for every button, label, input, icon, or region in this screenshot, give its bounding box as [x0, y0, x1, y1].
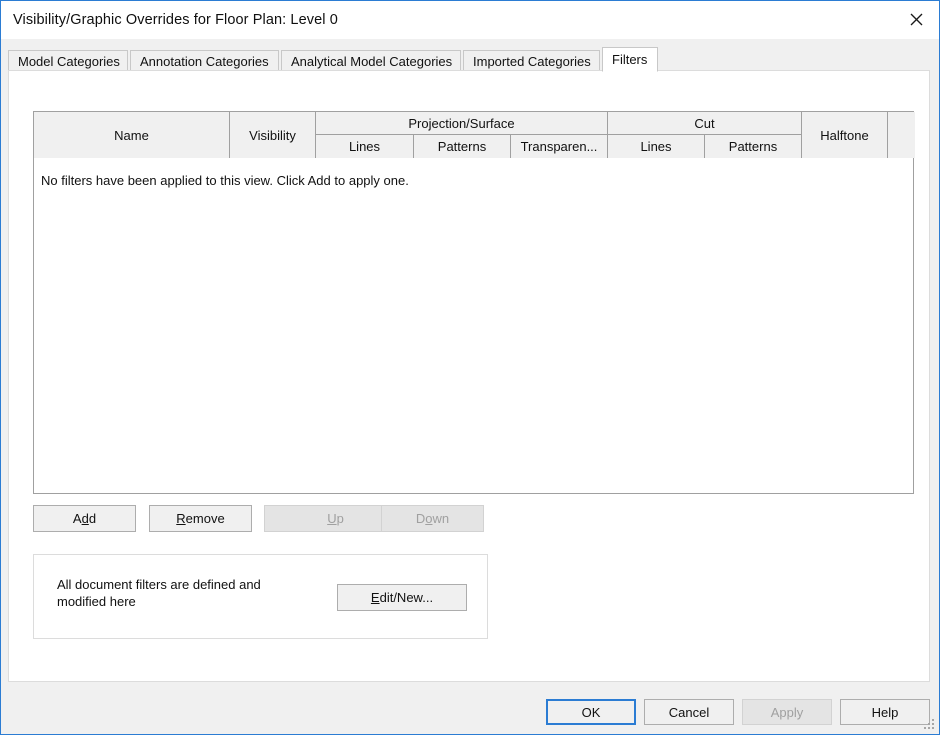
ok-button[interactable]: OK	[546, 699, 636, 725]
grid-header-projection-surface[interactable]: Projection/Surface	[316, 112, 608, 135]
remove-button[interactable]: Remove	[149, 505, 252, 532]
grid-subheader-lines[interactable]: Lines	[316, 135, 414, 158]
tab-label: Model Categories	[18, 53, 120, 69]
grid-header-label: Visibility	[249, 127, 296, 143]
grid-subheader-patterns[interactable]: Patterns	[705, 135, 802, 158]
help-button[interactable]: Help	[840, 699, 930, 725]
tab-strip: Model Categories Annotation Categories Ana…	[8, 47, 932, 72]
grid-subheader-label: Lines	[640, 139, 672, 154]
down-button: Do wn	[381, 505, 484, 532]
grid-subheader-label: Patterns	[437, 139, 487, 154]
grid-header-halftone[interactable]: Halftone	[802, 112, 888, 158]
title-bar: Visibility/Graphic Overrides for Floor P…	[1, 1, 939, 39]
tab-label: Annotation Categories	[140, 53, 269, 69]
tab-imported-categories[interactable]: Imported Categories	[463, 50, 600, 71]
document-filters-panel: All document filters are defined and mod…	[33, 554, 488, 639]
dialog-footer: OK Cancel Apply Help	[1, 682, 939, 734]
grid-header-name[interactable]: Name	[34, 112, 230, 158]
add-button[interactable]: Add	[33, 505, 136, 532]
grid-subheader-lines[interactable]: Lines	[608, 135, 705, 158]
grid-header-visibility[interactable]: Visibility	[230, 112, 316, 158]
grid-subheader-label: Transparen...	[520, 139, 598, 154]
grid-header-label: Halftone	[820, 127, 869, 143]
filters-grid-header: Name Visibility Projection/Surface Cut Halft…	[33, 111, 915, 159]
tab-annotation-categories[interactable]: Annotation Categories	[130, 50, 279, 71]
dialog-window: Visibility/Graphic Overrides for Floor P…	[0, 0, 940, 735]
tab-filters[interactable]: Filters	[602, 47, 658, 72]
filters-list[interactable]: No filters have been applied to this vie…	[33, 158, 914, 494]
document-filters-description: All document filters are defined and mod…	[57, 577, 261, 609]
tab-label: Filters	[612, 52, 648, 67]
grid-header-cut[interactable]: Cut	[608, 112, 802, 135]
grid-subheader-transparen[interactable]: Transparen...	[511, 135, 608, 158]
close-icon[interactable]	[893, 1, 939, 38]
tab-analytical-model-categories[interactable]: Analytical Model Categories	[281, 50, 461, 71]
apply-button: Apply	[742, 699, 832, 725]
grid-subheader-label: Patterns	[728, 139, 778, 154]
tab-label: Analytical Model Categories	[291, 53, 453, 69]
grid-header-label: Cut	[694, 115, 715, 131]
grid-header-label: Name	[114, 127, 149, 143]
grid-subheader-patterns[interactable]: Patterns	[414, 135, 511, 158]
grid-header-blank[interactable]	[888, 112, 915, 158]
cancel-button[interactable]: Cancel	[644, 699, 734, 725]
tab-model-categories[interactable]: Model Categories	[8, 50, 128, 71]
grid-subheader-label: Lines	[348, 139, 381, 154]
grid-header-label: Projection/Surface	[408, 115, 515, 131]
resize-grip-icon[interactable]	[922, 717, 936, 731]
tab-label: Imported Categories	[473, 53, 591, 69]
tab-page-filters: Name Visibility Projection/Surface Cut Halft…	[8, 70, 930, 682]
empty-list-message: No filters have been applied to this vie…	[41, 173, 409, 188]
window-title: Visibility/Graphic Overrides for Floor P…	[13, 12, 338, 28]
edit-new-button[interactable]: Edit/New...	[337, 584, 467, 611]
